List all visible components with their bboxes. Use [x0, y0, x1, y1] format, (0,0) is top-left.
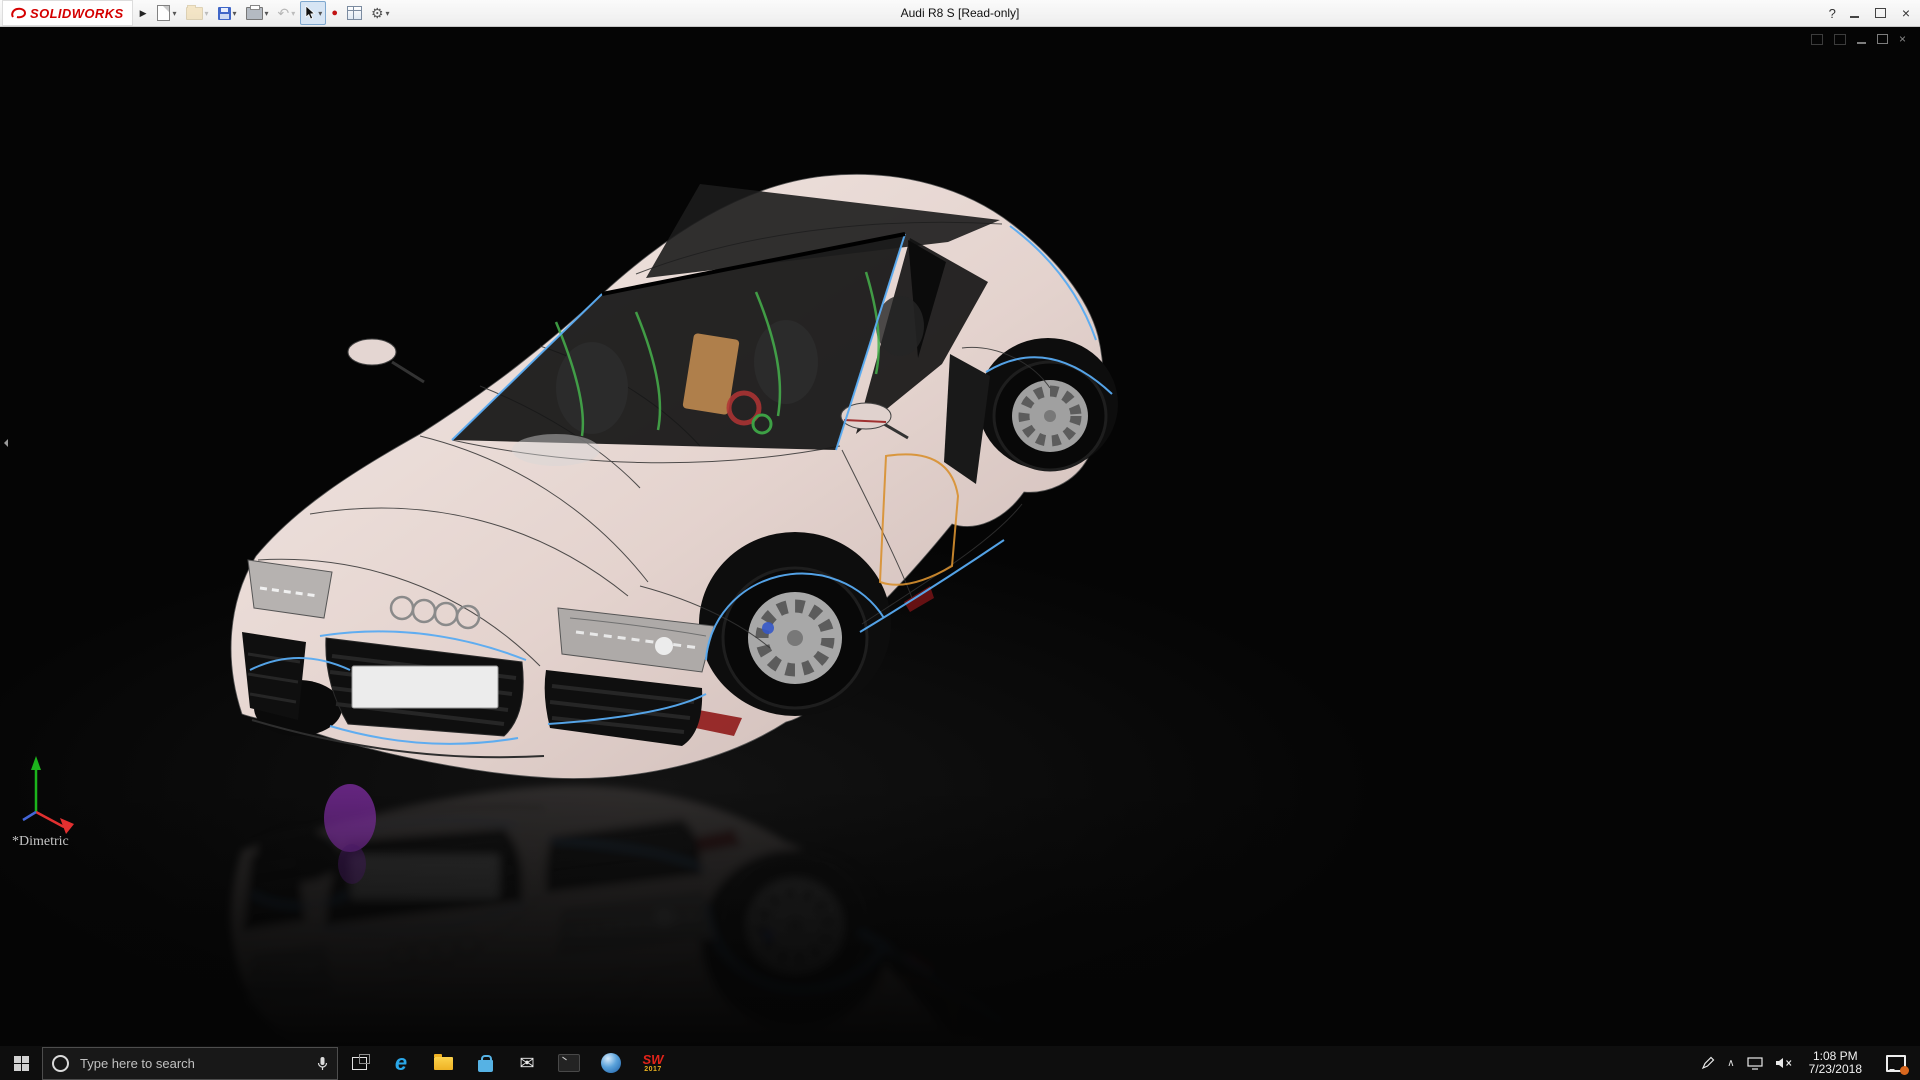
- minimize-button[interactable]: [1849, 8, 1859, 18]
- view-orientation-label: *Dimetric: [12, 834, 69, 849]
- restore-button[interactable]: [1874, 8, 1886, 18]
- print-caret[interactable]: ▾: [265, 9, 269, 18]
- solidworks-logo-text: SOLIDWORKS: [30, 5, 124, 21]
- car-model-render: [0, 173, 1920, 1046]
- record-macro-icon: ●: [331, 6, 338, 19]
- undo-caret[interactable]: ▾: [291, 9, 295, 18]
- new-document-button[interactable]: ▾: [153, 1, 180, 25]
- select-cursor-icon: [305, 5, 316, 20]
- mail-button[interactable]: ✉: [506, 1046, 548, 1080]
- file-explorer-icon: [433, 1053, 453, 1070]
- toolbar-flyout-arrow[interactable]: ▶: [133, 8, 154, 19]
- notification-badge: [1900, 1065, 1909, 1075]
- options-caret[interactable]: ▾: [386, 9, 390, 18]
- design-table-button[interactable]: [343, 1, 366, 25]
- standard-toolbar: ▾ ▾ ▾ ▾ ↶ ▾ ▾ ● ⚙ ▾: [153, 1, 393, 25]
- record-macro-button[interactable]: ●: [327, 1, 342, 25]
- save-caret[interactable]: ▾: [233, 9, 237, 18]
- windows-logo-icon: [13, 1055, 29, 1071]
- titlebar-right: ? ×: [1829, 6, 1920, 21]
- feature-manager-collapse-arrow[interactable]: [0, 430, 8, 456]
- undo-icon: ↶: [277, 5, 290, 21]
- options-button[interactable]: ⚙ ▾: [367, 1, 394, 25]
- open-caret[interactable]: ▾: [205, 9, 209, 18]
- new-document-caret[interactable]: ▾: [172, 9, 176, 18]
- file-explorer-button[interactable]: [422, 1046, 464, 1080]
- action-center-button[interactable]: [1878, 1046, 1914, 1080]
- solidworks-2017-icon: SW 2017: [642, 1052, 664, 1073]
- task-view-icon: [351, 1053, 370, 1070]
- system-tray: ∧ 1:08 PM 7/23/2018: [1701, 1046, 1920, 1080]
- solidworks-logo: SOLIDWORKS: [2, 0, 133, 26]
- close-button[interactable]: ×: [1902, 6, 1910, 20]
- save-floppy-icon: [217, 6, 231, 20]
- tray-expand-chevron[interactable]: ∧: [1727, 1058, 1734, 1069]
- taskbar-search-box[interactable]: [42, 1046, 338, 1080]
- doc-minimize-button[interactable]: [1856, 34, 1866, 44]
- edge-button[interactable]: e: [380, 1046, 422, 1080]
- undo-button[interactable]: ↶ ▾: [274, 1, 300, 25]
- search-input[interactable]: [78, 1054, 308, 1072]
- edge-icon: e: [394, 1050, 408, 1075]
- print-button[interactable]: ▾: [242, 1, 273, 25]
- doc-restore-button[interactable]: [1876, 34, 1888, 44]
- taskbar-clock[interactable]: 1:08 PM 7/23/2018: [1805, 1050, 1866, 1076]
- terminal-button[interactable]: [548, 1046, 590, 1080]
- help-button[interactable]: ?: [1829, 6, 1836, 21]
- app-sphere-button[interactable]: [590, 1046, 632, 1080]
- select-tool-button[interactable]: ▾: [300, 1, 327, 25]
- window-title: Audi R8 S [Read-only]: [900, 6, 1020, 20]
- graphics-viewport[interactable]: × *Dimetric: [0, 26, 1920, 1046]
- printer-icon: [245, 4, 263, 20]
- open-button[interactable]: ▾: [182, 1, 213, 25]
- start-button[interactable]: [0, 1046, 42, 1080]
- store-button[interactable]: [464, 1046, 506, 1080]
- titlebar: SOLIDWORKS ▶ ▾ ▾ ▾ ▾ ↶ ▾ ▾ ● ⚙ ▾ Audi R8…: [0, 0, 1920, 27]
- windows-ink-pen-icon[interactable]: [1701, 1056, 1715, 1070]
- document-window-controls: ×: [1810, 33, 1906, 45]
- select-caret[interactable]: ▾: [318, 9, 322, 18]
- task-view-button[interactable]: [338, 1046, 380, 1080]
- mail-envelope-icon: ✉: [519, 1053, 535, 1073]
- save-button[interactable]: ▾: [214, 1, 241, 25]
- action-center-icon: [1886, 1054, 1909, 1075]
- open-folder-icon: [185, 4, 203, 20]
- doc-tile-icon[interactable]: [1833, 33, 1846, 45]
- new-document-icon: [157, 5, 171, 21]
- doc-cascade-icon[interactable]: [1810, 33, 1823, 45]
- microphone-icon[interactable]: [317, 1056, 328, 1071]
- options-gear-icon: ⚙: [370, 5, 384, 21]
- blue-sphere-app-icon: [601, 1053, 621, 1073]
- windows-taskbar: e ✉ SW 2017 ∧ 1:08 PM 7/23/2018: [0, 1046, 1920, 1080]
- doc-close-button[interactable]: ×: [1899, 33, 1906, 45]
- terminal-icon: [558, 1054, 580, 1072]
- solidworks-taskbar-button[interactable]: SW 2017: [632, 1046, 674, 1080]
- clock-date: 7/23/2018: [1808, 1062, 1862, 1076]
- window-controls: ×: [1849, 6, 1910, 20]
- volume-muted-icon[interactable]: [1775, 1057, 1793, 1069]
- design-table-icon: [346, 6, 362, 20]
- ds-logo-icon: [11, 7, 27, 18]
- store-bag-icon: [477, 1054, 493, 1072]
- network-icon[interactable]: [1747, 1056, 1763, 1070]
- cortana-icon: [52, 1054, 69, 1072]
